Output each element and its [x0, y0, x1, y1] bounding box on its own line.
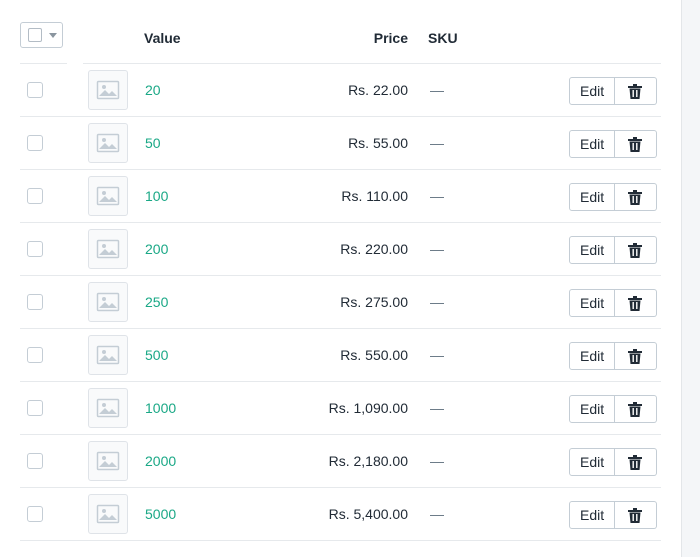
variant-value-link[interactable]: 20: [145, 82, 161, 99]
image-placeholder-icon[interactable]: [88, 388, 128, 428]
variant-sku: —: [430, 135, 444, 151]
delete-button[interactable]: [615, 342, 658, 370]
variant-price: Rs. 220.00: [340, 241, 408, 257]
side-panel-edge: [681, 0, 700, 557]
table-row: 200 Rs. 220.00 — Edit: [20, 223, 661, 276]
row-checkbox[interactable]: [27, 241, 43, 257]
edit-button[interactable]: Edit: [569, 236, 616, 264]
edit-button[interactable]: Edit: [569, 289, 616, 317]
delete-button[interactable]: [615, 395, 658, 423]
image-placeholder-icon[interactable]: [88, 282, 128, 322]
image-placeholder-icon[interactable]: [88, 70, 128, 110]
row-actions: Edit: [569, 289, 658, 317]
variant-sku: —: [430, 188, 444, 204]
delete-button[interactable]: [615, 501, 658, 529]
row-actions: Edit: [569, 77, 658, 105]
variant-value-link[interactable]: 250: [145, 294, 168, 311]
variant-sku: —: [430, 241, 444, 257]
edit-button[interactable]: Edit: [569, 130, 616, 158]
variant-value-link[interactable]: 50: [145, 135, 161, 152]
variant-value-link[interactable]: 2000: [145, 453, 176, 470]
row-checkbox[interactable]: [27, 400, 43, 416]
variant-price: Rs. 275.00: [340, 294, 408, 310]
delete-button[interactable]: [615, 289, 658, 317]
select-all-checkbox[interactable]: [28, 28, 42, 42]
image-placeholder-icon[interactable]: [88, 494, 128, 534]
table-row: 20 Rs. 22.00 — Edit: [20, 64, 661, 117]
table-row: 1000 Rs. 1,090.00 — Edit: [20, 382, 661, 435]
variant-value-link[interactable]: 200: [145, 241, 168, 258]
variant-price: Rs. 2,180.00: [328, 453, 408, 469]
table-row: 500 Rs. 550.00 — Edit: [20, 329, 661, 382]
row-checkbox[interactable]: [27, 506, 43, 522]
table-row: 250 Rs. 275.00 — Edit: [20, 276, 661, 329]
variant-sku: —: [430, 453, 444, 469]
edit-button[interactable]: Edit: [569, 448, 616, 476]
variants-table: Value Price SKU 20 Rs. 22.00 — Edit 50 Rs. 55…: [0, 0, 680, 557]
variant-price: Rs. 1,090.00: [328, 400, 408, 416]
delete-button[interactable]: [615, 77, 658, 105]
delete-button[interactable]: [615, 236, 658, 264]
row-actions: Edit: [569, 395, 658, 423]
delete-button[interactable]: [615, 448, 658, 476]
image-placeholder-icon[interactable]: [88, 229, 128, 269]
chevron-down-icon[interactable]: [49, 33, 57, 38]
edit-button[interactable]: Edit: [569, 342, 616, 370]
row-actions: Edit: [569, 236, 658, 264]
edit-button[interactable]: Edit: [569, 395, 616, 423]
variant-value-link[interactable]: 100: [145, 188, 168, 205]
variant-sku: —: [430, 347, 444, 363]
variant-price: Rs. 550.00: [340, 347, 408, 363]
image-placeholder-icon[interactable]: [88, 176, 128, 216]
row-checkbox[interactable]: [27, 294, 43, 310]
edit-button[interactable]: Edit: [569, 501, 616, 529]
row-checkbox[interactable]: [27, 135, 43, 151]
row-actions: Edit: [569, 448, 658, 476]
edit-button[interactable]: Edit: [569, 183, 616, 211]
row-checkbox[interactable]: [27, 453, 43, 469]
row-checkbox[interactable]: [27, 82, 43, 98]
row-actions: Edit: [569, 183, 658, 211]
row-actions: Edit: [569, 342, 658, 370]
row-checkbox[interactable]: [27, 188, 43, 204]
image-placeholder-icon[interactable]: [88, 441, 128, 481]
column-header-sku: SKU: [428, 30, 458, 46]
variant-price: Rs. 5,400.00: [328, 506, 408, 522]
variant-value-link[interactable]: 1000: [145, 400, 176, 417]
variant-price: Rs. 22.00: [348, 82, 408, 98]
variant-price: Rs. 110.00: [341, 188, 408, 204]
variant-value-link[interactable]: 5000: [145, 506, 176, 523]
variant-sku: —: [430, 82, 444, 98]
variant-value-link[interactable]: 500: [145, 347, 168, 364]
column-header-value: Value: [144, 30, 181, 46]
variant-sku: —: [430, 294, 444, 310]
image-placeholder-icon[interactable]: [88, 335, 128, 375]
delete-button[interactable]: [615, 130, 658, 158]
table-row: 2000 Rs. 2,180.00 — Edit: [20, 435, 661, 488]
table-row: 50 Rs. 55.00 — Edit: [20, 117, 661, 170]
delete-button[interactable]: [615, 183, 658, 211]
table-row: 100 Rs. 110.00 — Edit: [20, 170, 661, 223]
row-checkbox[interactable]: [27, 347, 43, 363]
row-actions: Edit: [569, 130, 658, 158]
variant-sku: —: [430, 506, 444, 522]
edit-button[interactable]: Edit: [569, 77, 616, 105]
bulk-select-dropdown[interactable]: [20, 22, 63, 48]
column-header-price: Price: [373, 30, 408, 46]
image-placeholder-icon[interactable]: [88, 123, 128, 163]
variant-sku: —: [430, 400, 444, 416]
variant-price: Rs. 55.00: [348, 135, 408, 151]
row-actions: Edit: [569, 501, 658, 529]
table-row: 5000 Rs. 5,400.00 — Edit: [20, 488, 661, 541]
